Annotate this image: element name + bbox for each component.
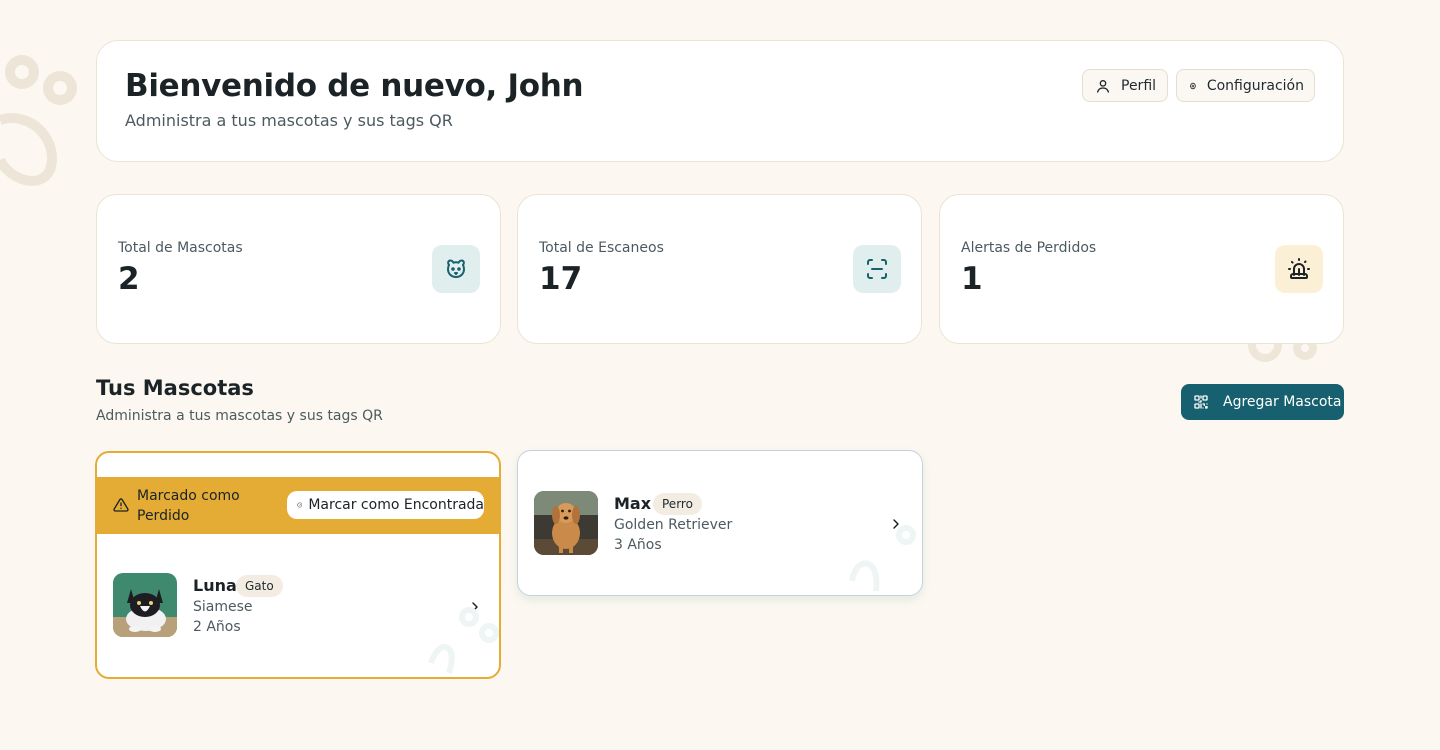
pet-name: Max [614, 494, 652, 513]
paw-watermark-icon [849, 525, 916, 592]
stat-icon-box [853, 245, 901, 293]
add-pet-button[interactable]: Agregar Mascota [1181, 384, 1344, 420]
background-paw-icon [0, 55, 77, 186]
scan-icon [867, 259, 887, 279]
pet-name: Luna [193, 576, 237, 595]
add-pet-label: Agregar Mascota [1223, 394, 1342, 410]
stat-label: Total de Escaneos [539, 240, 664, 256]
page-subtitle: Administra a tus mascotas y sus tags QR [125, 111, 453, 130]
mark-found-button[interactable]: Marcar como Encontrada [287, 491, 484, 519]
pet-breed: Golden Retriever [614, 517, 733, 533]
page-title: Bienvenido de nuevo, John [125, 68, 584, 104]
section-title: Tus Mascotas [96, 376, 254, 400]
gear-icon [1189, 82, 1196, 89]
welcome-header: Bienvenido de nuevo, John Administra a t… [96, 40, 1344, 162]
pet-photo-dog [534, 491, 598, 555]
stat-card-total-pets: Total de Mascotas 2 [96, 194, 501, 344]
pet-age: 3 Años [614, 537, 662, 553]
check-circle-icon [297, 502, 303, 508]
settings-button-label: Configuración [1206, 77, 1304, 94]
profile-button[interactable]: Perfil [1082, 69, 1168, 102]
paw-watermark-icon [428, 607, 499, 674]
pet-type-badge: Gato [236, 575, 283, 597]
pet-age: 2 Años [193, 619, 241, 635]
stat-value: 1 [961, 261, 983, 297]
stat-icon-box [1275, 245, 1323, 293]
lost-status-text: Marcado como Perdido [137, 488, 240, 524]
lost-alert-bar: Marcado como Perdido Marcar como Encontr… [97, 477, 499, 534]
stat-label: Alertas de Perdidos [961, 240, 1097, 256]
warning-triangle-icon [113, 498, 129, 512]
pet-breed: Siamese [193, 599, 253, 615]
pet-card-max[interactable]: Max Perro Golden Retriever 3 Años [517, 450, 923, 596]
pet-card-luna[interactable]: Marcado como Perdido Marcar como Encontr… [95, 451, 501, 679]
user-icon [1097, 79, 1109, 93]
stat-value: 17 [539, 261, 583, 297]
mark-found-label: Marcar como Encontrada [308, 497, 484, 513]
stat-card-total-scans: Total de Escaneos 17 [517, 194, 922, 344]
stat-icon-box [432, 245, 480, 293]
settings-button[interactable]: Configuración [1176, 69, 1315, 102]
stat-value: 2 [118, 261, 140, 297]
stat-label: Total de Mascotas [118, 240, 243, 256]
siren-icon [1288, 258, 1310, 279]
stat-card-lost-alerts: Alertas de Perdidos 1 [939, 194, 1344, 344]
pet-face-icon [447, 259, 465, 278]
profile-button-label: Perfil [1121, 77, 1157, 94]
qr-code-icon [1194, 395, 1208, 409]
pet-type-badge: Perro [653, 493, 702, 515]
section-subtitle: Administra a tus mascotas y sus tags QR [96, 408, 383, 424]
pet-photo-cat [113, 573, 177, 637]
